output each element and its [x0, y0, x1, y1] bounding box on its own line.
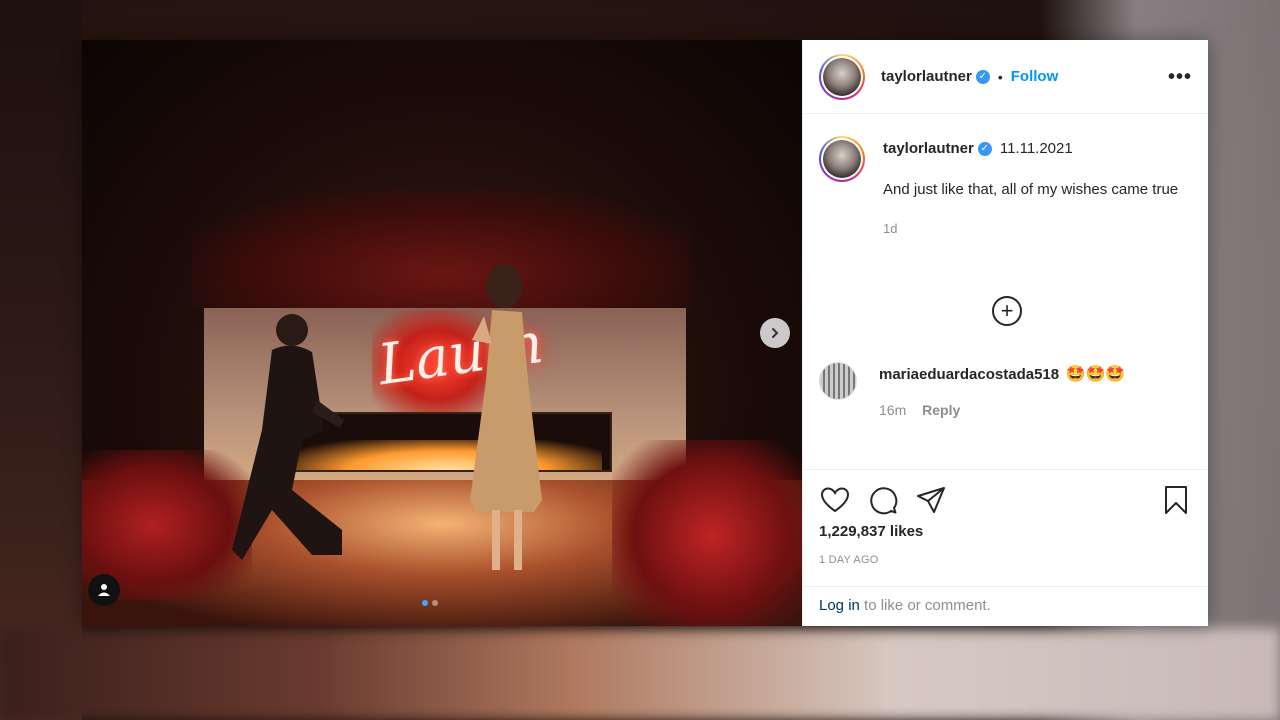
comment-item: mariaeduardacostada518 🤩🤩🤩 16m Reply — [819, 362, 1125, 418]
likes-count[interactable]: 1,229,837 likes — [803, 523, 1208, 540]
reply-button[interactable]: Reply — [922, 402, 960, 418]
login-prompt: Log in to like or comment. — [803, 586, 1208, 626]
comments-section: taylorlautner ✓ 11.11.2021 And just like… — [803, 114, 1208, 469]
background-left — [0, 0, 82, 720]
caption-text: And just like that, all of my wishes cam… — [883, 181, 1179, 198]
header-separator: • — [997, 68, 1003, 85]
tagged-user-icon[interactable] — [88, 574, 120, 606]
photo-roses-right — [612, 440, 802, 626]
more-options-icon[interactable]: ••• — [1168, 67, 1192, 87]
caption: taylorlautner ✓ 11.11.2021 And just like… — [819, 136, 1192, 236]
bookmark-icon[interactable] — [1160, 484, 1192, 516]
follow-button[interactable]: Follow — [1011, 68, 1059, 85]
verified-badge-icon: ✓ — [975, 69, 990, 84]
post-header: taylorlautner ✓ • Follow ••• — [803, 40, 1208, 114]
heart-icon[interactable] — [819, 484, 851, 516]
carousel-dot — [432, 600, 438, 606]
carousel-dot — [422, 600, 428, 606]
photo-roses-top — [192, 190, 692, 310]
post-photo[interactable]: Lautn — [82, 40, 802, 626]
verified-badge-icon: ✓ — [977, 141, 992, 156]
caption-avatar[interactable] — [819, 136, 865, 182]
share-icon[interactable] — [915, 484, 947, 516]
chevron-right-icon — [772, 328, 779, 338]
comment-body: mariaeduardacostada518 🤩🤩🤩 16m Reply — [879, 362, 1125, 418]
avatar-ring-inner — [821, 55, 863, 98]
caption-head: taylorlautner ✓ 11.11.2021 — [883, 140, 1193, 157]
header-user-block: taylorlautner ✓ • Follow — [881, 68, 1058, 85]
carousel-next-button[interactable] — [760, 318, 790, 348]
comment-time[interactable]: 16m — [879, 402, 906, 418]
carousel-dots — [422, 600, 438, 606]
login-link[interactable]: Log in — [819, 597, 860, 614]
avatar-image — [823, 140, 861, 178]
header-username[interactable]: taylorlautner — [881, 68, 972, 85]
commenter-avatar[interactable] — [819, 362, 857, 400]
instagram-post: Lautn taylorlautner ✓ • Follow ••• taylo… — [82, 40, 1208, 626]
author-avatar[interactable] — [819, 53, 865, 100]
background-bottom — [0, 628, 1280, 720]
comment-icon[interactable] — [867, 484, 899, 516]
avatar-image — [823, 57, 861, 96]
caption-time[interactable]: 1d — [883, 221, 1193, 236]
login-suffix: to like or comment. — [859, 597, 991, 614]
comment-text: 🤩🤩🤩 — [1065, 366, 1126, 383]
photo-standing-woman — [470, 264, 542, 570]
caption-username[interactable]: taylorlautner — [883, 140, 974, 157]
load-more-comments-icon[interactable]: + — [992, 296, 1022, 326]
caption-date: 11.11.2021 — [999, 140, 1073, 157]
comment-username[interactable]: mariaeduardacostada518 — [879, 366, 1059, 383]
comment-meta: 16m Reply — [879, 402, 1125, 418]
post-timestamp[interactable]: 1 DAY AGO — [803, 554, 1208, 566]
avatar-ring-inner — [821, 138, 863, 180]
post-side-panel: taylorlautner ✓ • Follow ••• taylorlautn… — [802, 40, 1208, 626]
caption-body: taylorlautner ✓ 11.11.2021 And just like… — [883, 136, 1193, 236]
photo-kneeling-man — [232, 314, 344, 560]
